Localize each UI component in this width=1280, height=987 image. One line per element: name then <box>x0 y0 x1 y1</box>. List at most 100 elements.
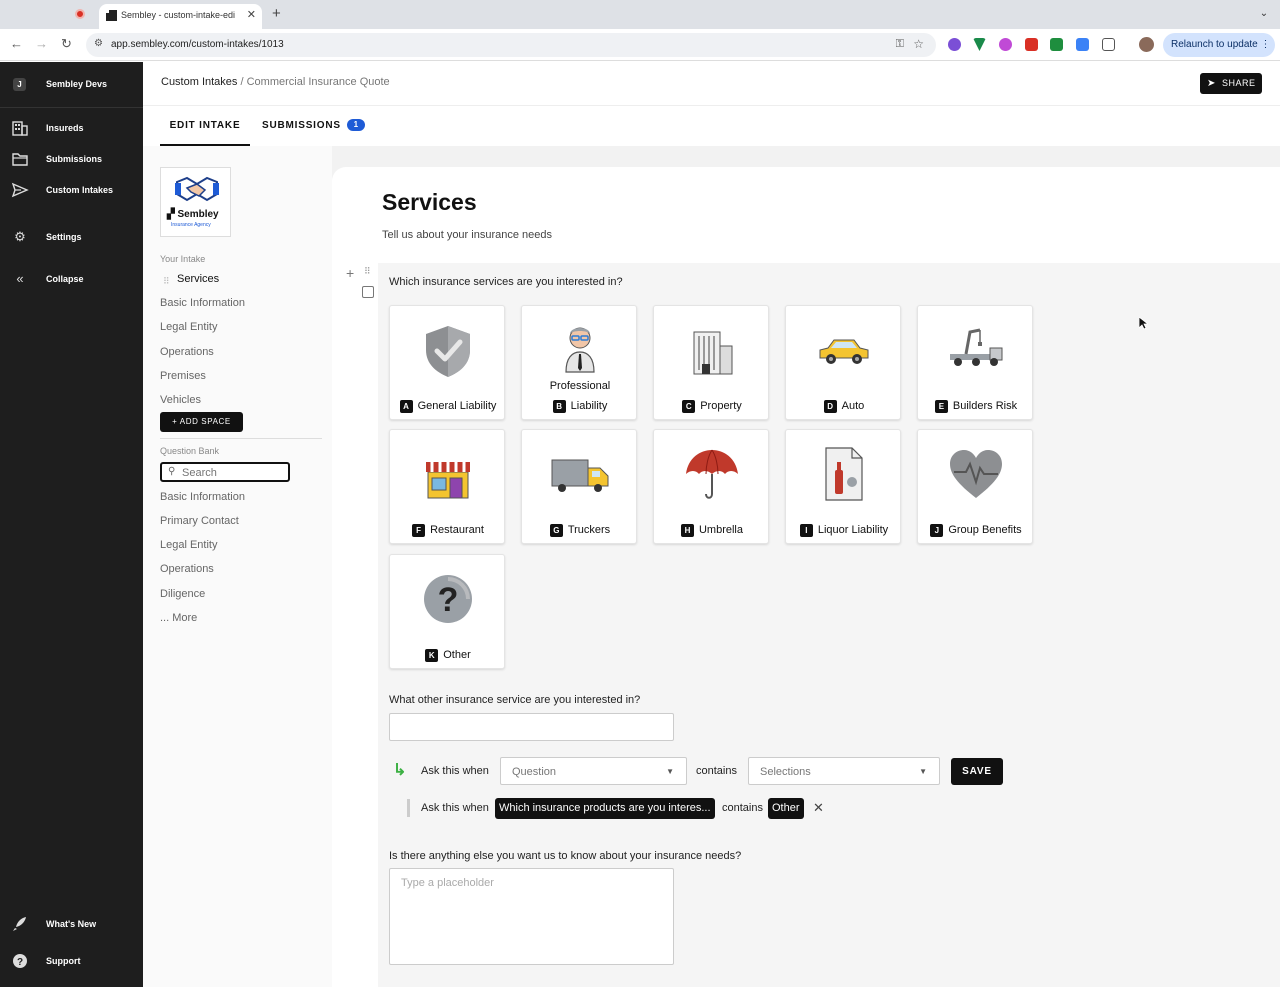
rocket-icon <box>13 917 26 931</box>
dropdown-caret-icon: ▼ <box>666 767 674 776</box>
site-settings-icon[interactable]: ⚙ <box>94 38 103 49</box>
extension-icon[interactable] <box>1076 38 1089 51</box>
option-key: K <box>425 649 439 662</box>
option-other[interactable]: ? K Other <box>389 554 505 669</box>
option-label: E Builders Risk <box>918 400 1034 413</box>
sidebar-item-submissions[interactable]: Submissions <box>0 150 143 170</box>
bank-item[interactable]: Legal Entity <box>160 539 217 551</box>
question-label[interactable]: Which insurance services are you interes… <box>389 276 623 288</box>
option-auto[interactable]: D Auto <box>785 305 901 420</box>
umbrella-icon <box>686 449 738 499</box>
option-label: G Truckers <box>522 524 638 537</box>
intake-item[interactable]: Operations <box>160 346 214 358</box>
profile-avatar[interactable] <box>1139 37 1154 52</box>
question-bank-search[interactable]: ⚲ <box>160 462 290 482</box>
new-tab-icon[interactable]: + <box>272 5 281 22</box>
option-property[interactable]: C Property <box>653 305 769 420</box>
browser-toolbar: ← → ↻ ⚙ app.sembley.com/custom-intakes/1… <box>0 29 1280 61</box>
save-condition-button[interactable]: SAVE <box>951 758 1003 785</box>
browser-tab[interactable]: Sembley - custom-intake-edi ✕ <box>99 4 262 29</box>
intake-item-services[interactable]: Services <box>177 273 219 285</box>
building-icon <box>693 331 733 375</box>
reload-icon[interactable]: ↻ <box>61 36 72 52</box>
drag-handle-icon[interactable]: ⠿ <box>163 276 170 287</box>
option-key: H <box>680 524 694 537</box>
option-liquor-liability[interactable]: I Liquor Liability <box>785 429 901 544</box>
extension-icon[interactable] <box>948 38 961 51</box>
app-sidebar: J Sembley Devs Insureds Submissions Cust… <box>0 62 143 987</box>
professional-person-icon <box>565 327 595 373</box>
password-key-icon[interactable]: ⚿ <box>896 38 904 51</box>
drag-handle-icon[interactable]: ⠿ <box>364 266 371 277</box>
option-key: D <box>823 400 837 413</box>
sidebar-item-whats-new[interactable]: What's New <box>0 915 143 935</box>
agency-logo[interactable]: ▞ Sembley Insurance Agency <box>160 167 231 237</box>
option-text: Other <box>443 649 471 661</box>
sidebar-item-settings[interactable]: ⚙ Settings <box>0 228 143 248</box>
extension-icon[interactable] <box>1025 38 1038 51</box>
handshake-icon <box>175 176 219 202</box>
tab-submissions[interactable]: SUBMISSIONS 1 <box>262 106 365 146</box>
search-input[interactable] <box>182 466 282 480</box>
question-label[interactable]: Is there anything else you want us to kn… <box>389 850 741 862</box>
forward-icon[interactable]: → <box>35 36 48 51</box>
option-group-benefits[interactable]: J Group Benefits <box>917 429 1033 544</box>
intake-item[interactable]: Vehicles <box>160 394 201 406</box>
intake-item[interactable]: Premises <box>160 370 206 382</box>
intake-item[interactable]: Basic Information <box>160 297 245 309</box>
relaunch-button[interactable]: Relaunch to update ⋮ <box>1163 33 1275 57</box>
extension-icon[interactable] <box>999 38 1012 51</box>
rule-value-chip[interactable]: Other <box>768 798 804 819</box>
bookmark-star-icon[interactable]: ☆ <box>913 37 924 51</box>
tab-search-icon[interactable]: ⌄ <box>1256 6 1272 22</box>
option-restaurant[interactable]: F Restaurant <box>389 429 505 544</box>
svg-text:?: ? <box>17 957 23 968</box>
intake-item[interactable]: Legal Entity <box>160 321 217 333</box>
page-title[interactable]: Services <box>382 189 477 216</box>
extensions-puzzle-icon[interactable] <box>1102 38 1115 51</box>
logo-subtitle: Insurance Agency <box>171 222 211 228</box>
tab-title: Sembley - custom-intake-edi <box>121 10 236 20</box>
sidebar-item-insureds[interactable]: Insureds <box>0 119 143 139</box>
breadcrumb: Custom Intakes / Commercial Insurance Qu… <box>161 76 390 88</box>
page-subtitle[interactable]: Tell us about your insurance needs <box>382 229 552 241</box>
other-service-input[interactable] <box>389 713 674 741</box>
select-question-checkbox[interactable] <box>362 286 374 298</box>
extension-icon[interactable] <box>973 38 986 51</box>
add-space-button[interactable]: + ADD SPACE <box>160 412 243 432</box>
share-button[interactable]: ➤ SHARE <box>1200 73 1262 94</box>
svg-text:?: ? <box>438 581 459 619</box>
breadcrumb-root-link[interactable]: Custom Intakes <box>161 76 237 88</box>
option-general-liability[interactable]: A General Liability <box>389 305 505 420</box>
sidebar-item-custom-intakes[interactable]: Custom Intakes <box>0 181 143 201</box>
question-label[interactable]: What other insurance service are you int… <box>389 694 640 706</box>
sidebar-collapse-button[interactable]: « Collapse <box>0 270 143 290</box>
option-text: Truckers <box>567 524 611 536</box>
condition-question-select[interactable]: Question ▼ <box>500 757 687 785</box>
option-umbrella[interactable]: H Umbrella <box>653 429 769 544</box>
sidebar-item-label: What's New <box>46 919 97 929</box>
workspace-switcher[interactable]: J Sembley Devs <box>0 62 143 108</box>
bank-item[interactable]: Operations <box>160 563 214 575</box>
your-intake-heading: Your Intake <box>160 254 206 264</box>
add-question-icon[interactable]: + <box>346 265 354 281</box>
bank-more-link[interactable]: ... More <box>160 612 197 624</box>
close-tab-icon[interactable]: ✕ <box>247 8 256 21</box>
share-label: SHARE <box>1222 78 1256 88</box>
remove-rule-icon[interactable]: ✕ <box>813 800 824 816</box>
tab-edit-intake[interactable]: EDIT INTAKE <box>160 106 250 146</box>
sidebar-item-support[interactable]: ? Support <box>0 952 143 972</box>
bank-item[interactable]: Primary Contact <box>160 515 239 527</box>
additional-notes-textarea[interactable]: Type a placeholder <box>389 868 674 965</box>
bank-item[interactable]: Diligence <box>160 588 205 600</box>
option-builders-risk[interactable]: E Builders Risk <box>917 305 1033 420</box>
bank-item[interactable]: Basic Information <box>160 491 245 503</box>
extension-icon[interactable] <box>1050 38 1063 51</box>
option-truckers[interactable]: G Truckers <box>521 429 637 544</box>
back-icon[interactable]: ← <box>10 36 23 51</box>
option-professional-liability[interactable]: Professional B Liability <box>521 305 637 420</box>
rule-question-chip[interactable]: Which insurance products are you interes… <box>495 798 715 819</box>
address-bar[interactable]: ⚙ app.sembley.com/custom-intakes/1013 ⚿ … <box>86 33 936 57</box>
option-key: A <box>399 400 413 413</box>
condition-selections-select[interactable]: Selections ▼ <box>748 757 940 785</box>
